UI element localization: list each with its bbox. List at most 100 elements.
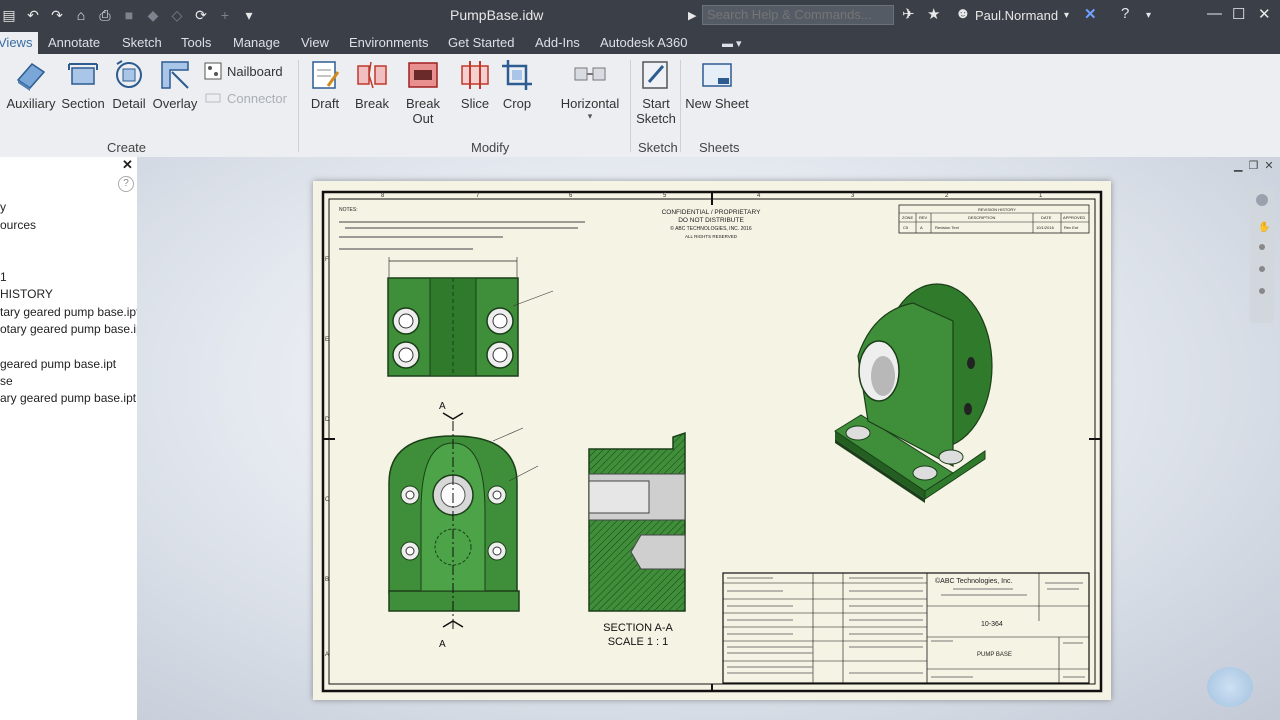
zone-number: 5 <box>663 193 667 199</box>
section-button[interactable]: Section <box>60 58 106 111</box>
new-sheet-button[interactable]: New Sheet <box>684 58 750 111</box>
share-view-icon[interactable] <box>1207 667 1253 707</box>
doc-minimize-icon[interactable]: ▁ <box>1234 159 1242 172</box>
redo-icon[interactable]: ↷ <box>48 6 66 24</box>
ribbon-separator <box>298 60 299 152</box>
rev-cell: 10/1/2016 <box>1036 225 1055 230</box>
revisions-label: REVISION HISTORY <box>978 207 1016 212</box>
browser-item[interactable]: HISTORY <box>0 287 53 301</box>
zone-letter: D <box>325 417 330 423</box>
graphics-canvas[interactable]: 8 7 6 5 4 3 2 1 F E D C B A NOTES: CONFI… <box>137 157 1280 720</box>
doc-restore-icon[interactable]: ❐ <box>1248 159 1258 172</box>
slice-label: Slice <box>460 96 490 111</box>
break-button[interactable]: Break <box>352 58 392 111</box>
auxiliary-button[interactable]: Auxiliary <box>6 58 56 111</box>
horizontal-button[interactable]: Horizontal ▾ <box>556 58 624 122</box>
detail-button[interactable]: Detail <box>108 58 150 111</box>
close-window-icon[interactable]: ✕ <box>1258 5 1271 23</box>
browser-item[interactable]: y <box>0 200 6 214</box>
pan-icon[interactable]: ✋ <box>1258 222 1270 233</box>
customize-dropdown-icon[interactable]: ▾ <box>240 6 258 24</box>
measure-icon[interactable]: + <box>216 6 234 24</box>
help-dropdown-icon[interactable]: ▾ <box>1146 10 1151 21</box>
maximize-icon[interactable]: ☐ <box>1232 5 1245 23</box>
tab-add-ins[interactable]: Add-Ins <box>535 35 580 50</box>
save-icon[interactable]: ▤ <box>0 6 18 24</box>
browser-close-icon[interactable]: ✕ <box>122 157 133 173</box>
user-name[interactable]: Paul.Normand <box>975 8 1058 23</box>
tab-get-started[interactable]: Get Started <box>448 35 514 50</box>
browser-item[interactable]: tary geared pump base.ipt <box>0 305 139 319</box>
drawing-sheet[interactable]: 8 7 6 5 4 3 2 1 F E D C B A NOTES: CONFI… <box>313 181 1111 700</box>
zone-number: 2 <box>945 193 949 199</box>
favorites-star-icon[interactable]: ★ <box>927 5 940 23</box>
tab-autodesk-a360[interactable]: Autodesk A360 <box>600 35 687 50</box>
update-icon[interactable]: ⟳ <box>192 6 210 24</box>
section-marker-top: A <box>439 401 446 412</box>
tab-annotate[interactable]: Annotate <box>48 35 100 50</box>
ribbon-separator <box>630 60 631 152</box>
navigation-bar[interactable]: ✋ <box>1250 188 1274 323</box>
browser-item[interactable]: ary geared pump base.ipt <box>0 391 136 405</box>
start-sketch-icon <box>642 61 668 89</box>
browser-item[interactable]: geared pump base.ipt <box>0 357 116 371</box>
chevron-right-icon[interactable]: ▶ <box>688 9 696 22</box>
rev-cell: A <box>920 225 923 230</box>
overlay-icon <box>161 61 189 89</box>
ribbon-tab-bar: Views Annotate Sketch Tools Manage View … <box>0 32 1280 54</box>
browser-item[interactable]: otary geared pump base.ipt <box>0 322 146 336</box>
break-out-label: Break Out <box>406 96 440 126</box>
revision-table: REVISION HISTORY ZONE REV DESCRIPTION DA… <box>898 204 1090 234</box>
tab-sketch[interactable]: Sketch <box>122 35 162 50</box>
section-marker-bottom: A <box>439 639 446 650</box>
user-dropdown-icon[interactable]: ▾ <box>1064 10 1069 21</box>
browser-help-icon[interactable]: ? <box>118 176 134 192</box>
slice-button[interactable]: Slice <box>456 58 494 111</box>
home-icon[interactable]: ⌂ <box>72 6 90 24</box>
appearance-icon[interactable]: ◆ <box>144 6 162 24</box>
sign-in-tool-icon[interactable]: ✈ <box>902 5 915 23</box>
auxiliary-label: Auxiliary <box>6 96 56 111</box>
rev-cell: Revision Text <box>935 225 960 230</box>
browser-item[interactable]: ources <box>0 218 36 232</box>
section-view: SECTION A-A SCALE 1 : 1 <box>588 431 686 648</box>
browser-item[interactable]: 1 <box>0 270 7 284</box>
draft-button[interactable]: Draft <box>305 58 345 111</box>
zone-number: 1 <box>1039 193 1043 199</box>
zone-number: 6 <box>569 193 573 199</box>
user-icon[interactable]: ☻ <box>955 5 971 22</box>
overlay-button[interactable]: Overlay <box>152 58 198 111</box>
tab-tools[interactable]: Tools <box>181 35 211 50</box>
tab-environments[interactable]: Environments <box>349 35 428 50</box>
ribbon-display-icon[interactable]: ▬ ▾ <box>722 37 742 50</box>
start-sketch-button[interactable]: Start Sketch <box>634 58 678 126</box>
ribbon-separator <box>680 60 681 152</box>
exchange-apps-icon[interactable]: ✕ <box>1084 5 1097 23</box>
zoom-icon[interactable] <box>1259 244 1265 250</box>
tab-manage[interactable]: Manage <box>233 35 280 50</box>
tab-views[interactable]: Views <box>0 32 39 54</box>
crop-button[interactable]: Crop <box>498 58 536 111</box>
clear-icon[interactable]: ◇ <box>168 6 186 24</box>
doc-close-icon[interactable]: ✕ <box>1264 159 1273 172</box>
break-out-button[interactable]: Break Out <box>394 58 452 126</box>
help-icon[interactable]: ? <box>1121 5 1129 22</box>
confidential-line: © ABC TECHNOLOGIES, INC. 2016 <box>670 225 752 232</box>
undo-icon[interactable]: ↶ <box>24 6 42 24</box>
connector-button[interactable]: Connector <box>204 89 287 107</box>
look-at-icon[interactable] <box>1259 288 1265 294</box>
horizontal-dropdown-icon[interactable]: ▾ <box>556 111 624 122</box>
tab-view[interactable]: View <box>301 35 329 50</box>
nailboard-button[interactable]: Nailboard <box>204 62 283 80</box>
crop-label: Crop <box>502 96 532 111</box>
search-help-input[interactable] <box>702 5 894 25</box>
material-icon[interactable]: ■ <box>120 6 138 24</box>
browser-item[interactable]: se <box>0 374 13 388</box>
steering-wheel-icon[interactable] <box>1256 194 1268 206</box>
minimize-icon[interactable]: — <box>1207 5 1222 22</box>
notes-label: NOTES: <box>339 207 358 213</box>
print-icon[interactable]: ⎙ <box>96 6 114 24</box>
orbit-icon[interactable] <box>1259 266 1265 272</box>
section-label: Section <box>61 96 105 111</box>
auxiliary-icon <box>16 63 46 91</box>
